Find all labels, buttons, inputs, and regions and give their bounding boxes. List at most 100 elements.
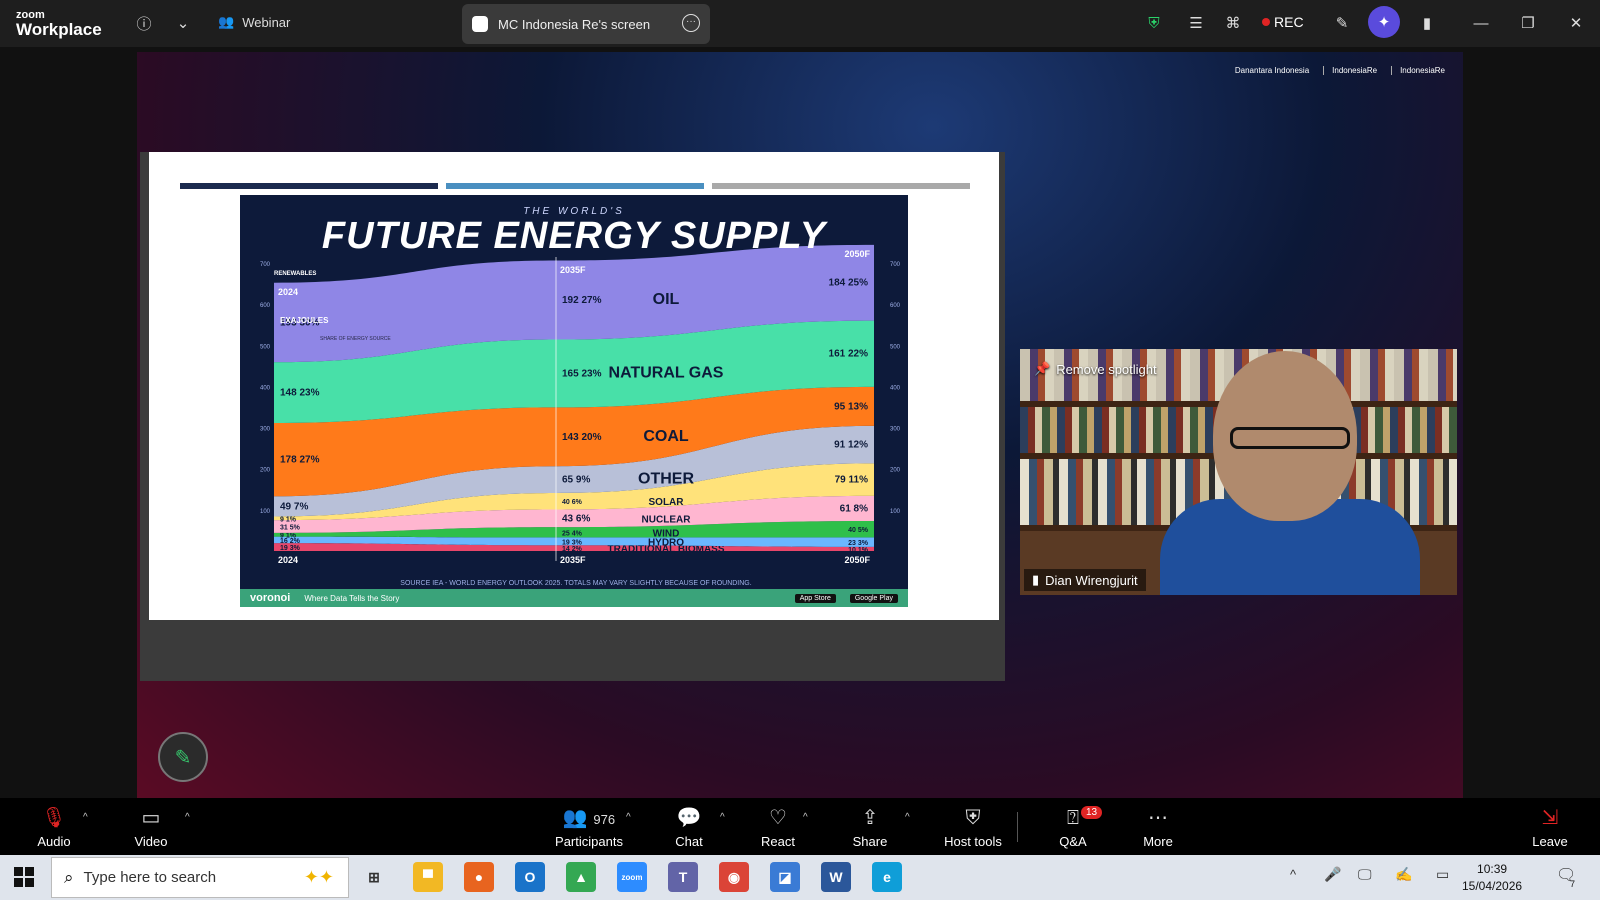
audio-button[interactable]: 🎙 Audio: [14, 806, 94, 849]
value-label: 40 6%: [562, 499, 583, 506]
y-tick-label: 100: [260, 509, 271, 515]
system-tray-chevron-icon[interactable]: ^: [1290, 867, 1296, 882]
participant-video[interactable]: 📌 Remove spotlight ▮ Dian Wirengjurit: [1020, 349, 1457, 595]
meeting-toolbar: 🎙 Audio ^ ▭ Video ^ 👥 976 Participants ^…: [0, 798, 1600, 855]
leave-button[interactable]: ⇲ Leave: [1510, 806, 1590, 849]
react-label: React: [761, 834, 795, 849]
value-label: 165 23%: [562, 368, 602, 379]
value-label: 184 25%: [829, 278, 869, 289]
logo-bottom: Workplace: [16, 20, 102, 39]
screen-share-indicator[interactable]: MC Indonesia Re's screen ···: [462, 4, 710, 44]
y-tick-label: 600: [260, 303, 271, 309]
recording-indicator[interactable]: REC: [1262, 14, 1304, 30]
microphone-icon[interactable]: 🎤: [1324, 866, 1341, 883]
taskbar-app-word[interactable]: W: [821, 862, 851, 892]
react-caret-icon[interactable]: ^: [803, 812, 808, 823]
more-button[interactable]: ⋯ More: [1118, 806, 1198, 849]
screen-share-icon: [472, 16, 488, 32]
y-tick-label: 400: [260, 385, 271, 391]
value-label: 19 3%: [280, 545, 301, 552]
apps-icon[interactable]: ⌘: [1222, 12, 1244, 34]
restore-icon[interactable]: ❐: [1517, 12, 1539, 34]
taskbar-clock[interactable]: 10:39 15/04/2026: [1462, 861, 1522, 895]
more-options-icon[interactable]: ···: [682, 14, 700, 32]
value-label: 9 1%: [280, 533, 297, 540]
footer-tagline: Where Data Tells the Story: [304, 593, 400, 603]
taskbar-app-outlook[interactable]: O: [515, 862, 545, 892]
windows-start-icon[interactable]: [14, 867, 34, 887]
pen-icon[interactable]: ✍: [1395, 866, 1412, 883]
notes-icon[interactable]: ☰: [1185, 12, 1207, 34]
value-label: 10 1%: [848, 547, 869, 554]
share-label: Share: [852, 834, 888, 849]
close-icon[interactable]: ✕: [1565, 12, 1587, 34]
share-caret-icon[interactable]: ^: [905, 812, 910, 823]
y-tick-label: 300: [260, 427, 271, 433]
value-label: 91 12%: [834, 440, 868, 451]
minimize-icon[interactable]: —: [1470, 12, 1492, 34]
camera-icon: ▭: [141, 807, 161, 829]
chevron-down-icon[interactable]: ⌄: [172, 12, 194, 34]
participants-caret-icon[interactable]: ^: [626, 812, 631, 823]
x-tick-label: 2024: [278, 555, 298, 565]
audio-caret-icon[interactable]: ^: [83, 812, 88, 823]
presentation-window: TRADITIONAL BIOMASS 19 3% 14 2% 10 1% HYDRO 1…: [140, 152, 1005, 681]
webinar-text: Webinar: [242, 14, 291, 30]
app-store-badge: App Store: [794, 593, 836, 603]
taskbar-app-firefox[interactable]: ●: [464, 862, 494, 892]
search-icon: ⌕: [64, 867, 74, 887]
value-label: 31 5%: [280, 525, 301, 532]
value-label: 9 1%: [280, 516, 297, 523]
x-tick-label: 2050F: [844, 555, 870, 565]
participants-icon: 👥: [218, 14, 235, 29]
y-tick-label: 700: [260, 262, 271, 268]
taskbar-app-edge[interactable]: e: [872, 862, 902, 892]
remove-spotlight-label: Remove spotlight: [1056, 361, 1157, 377]
remove-spotlight-button[interactable]: 📌 Remove spotlight: [1034, 361, 1157, 377]
taskbar-app-teams[interactable]: T: [668, 862, 698, 892]
infographic-title: FUTURE ENERGY SUPPLY: [321, 215, 827, 257]
taskbar-app-file-explorer[interactable]: ▀: [413, 862, 443, 892]
chat-caret-icon[interactable]: ^: [720, 812, 725, 823]
x-top-label: 2024: [278, 287, 298, 297]
series-label-nuclear: NUCLEAR: [642, 514, 692, 525]
logo-indonesiare-2: IndonesiaRe: [1391, 66, 1445, 75]
infographic-footer: voronoi Where Data Tells the Story App S…: [240, 589, 908, 607]
keyboard-icon[interactable]: ▭: [1436, 866, 1449, 883]
taskbar-app-photos[interactable]: ◪: [770, 862, 800, 892]
display-icon[interactable]: 🖵: [1358, 866, 1372, 883]
value-label: 23 3%: [848, 540, 869, 547]
webinar-label[interactable]: 👥 Webinar: [218, 14, 290, 30]
video-caret-icon[interactable]: ^: [185, 812, 190, 823]
shield-icon[interactable]: ⛨: [1143, 12, 1165, 34]
slide-bar-1: [180, 183, 438, 189]
value-label: 40 5%: [848, 527, 869, 534]
taskbar-search[interactable]: ⌕ Type here to search ✦✦: [51, 857, 349, 898]
logo-danantara: Danantara Indonesia: [1234, 66, 1310, 75]
chat-button[interactable]: 💬 Chat: [649, 806, 729, 849]
y-tick-label: 500: [260, 344, 271, 350]
annotate-pen-icon[interactable]: ✎: [1331, 12, 1353, 34]
series-label-oil: OIL: [653, 291, 680, 308]
task-view-icon[interactable]: ⊞: [359, 862, 389, 892]
taskbar-app-zoom[interactable]: zoom: [617, 862, 647, 892]
y-tick-label: 300: [890, 427, 901, 433]
share-button[interactable]: ⇪ Share: [830, 806, 910, 849]
value-label: 161 22%: [829, 349, 869, 360]
info-icon[interactable]: ⓘ: [133, 12, 155, 34]
slide-bar-3: [712, 183, 970, 189]
annotation-pencil-button[interactable]: ✎: [158, 732, 208, 782]
value-label: 14 2%: [562, 546, 583, 553]
apps-panel-icon[interactable]: ▮: [1416, 12, 1438, 34]
y-tick-label: 700: [890, 262, 901, 268]
taskbar-app-chrome[interactable]: ◉: [719, 862, 749, 892]
series-label-natural-gas: NATURAL GAS: [609, 364, 724, 381]
screen-share-label: MC Indonesia Re's screen: [498, 16, 651, 32]
participant-name-tag: ▮ Dian Wirengjurit: [1024, 569, 1146, 591]
host-tools-button[interactable]: ⛨ Host tools: [923, 806, 1023, 849]
taskbar-app-google-drive[interactable]: ▲: [566, 862, 596, 892]
ai-companion-icon[interactable]: ✦: [1368, 6, 1400, 38]
windows-taskbar: ⌕ Type here to search ✦✦ ⊞ ▀ ● O ▲ zoom T ◉ ◪ We…: [0, 855, 1600, 900]
video-button[interactable]: ▭ Video: [111, 806, 191, 849]
toolbar-divider: [1017, 812, 1018, 842]
